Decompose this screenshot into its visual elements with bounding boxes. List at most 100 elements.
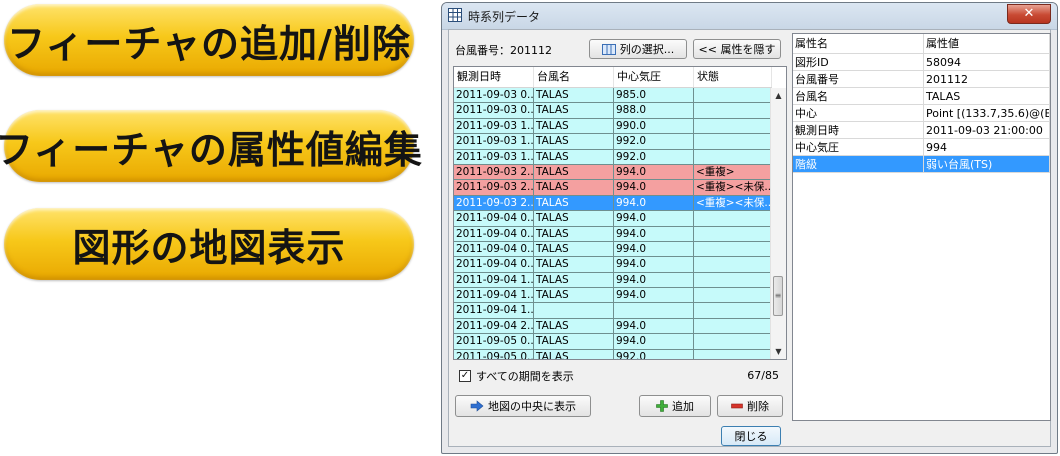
grid-cell-state[interactable] <box>694 118 772 135</box>
grid-cell-name[interactable]: TALAS <box>534 103 614 119</box>
grid-cell-state[interactable] <box>694 334 772 350</box>
grid-cell-pressure[interactable]: 994.0 <box>614 211 694 227</box>
grid-cell-name[interactable]: TALAS <box>534 149 614 165</box>
attribute-row[interactable]: 台風名 TALAS <box>793 88 1050 105</box>
table-row[interactable]: 2011-09-03 1... TALAS 990.0 <box>454 118 772 135</box>
attribute-value-header[interactable]: 属性値 <box>924 34 1050 54</box>
grid-cell-pressure[interactable]: 992.0 <box>614 149 694 165</box>
attribute-value-cell[interactable]: 2011-09-03 21:00:00 <box>924 122 1050 139</box>
scroll-up-icon[interactable]: ▲ <box>771 88 786 103</box>
delete-button[interactable]: 削除 <box>717 395 783 417</box>
grid-cell-datetime[interactable]: 2011-09-04 2... <box>454 318 534 335</box>
table-row[interactable]: 2011-09-05 0... TALAS 992.0 <box>454 349 772 359</box>
grid-cell-datetime[interactable]: 2011-09-03 2... <box>454 164 534 181</box>
time-series-grid[interactable]: 観測日時 台風名 中心気圧 状態 2011-09-03 0... TALAS 985… <box>453 66 787 360</box>
grid-cell-datetime[interactable]: 2011-09-03 1... <box>454 149 534 165</box>
center-on-map-button[interactable]: 地図の中央に表示 <box>455 395 591 417</box>
grid-cell-name[interactable]: TALAS <box>534 118 614 135</box>
column-header-pressure[interactable]: 中心気圧 <box>614 67 694 87</box>
attribute-name-cell[interactable]: 観測日時 <box>793 122 924 139</box>
table-row[interactable]: 2011-09-03 0... TALAS 985.0 <box>454 88 772 104</box>
close-button[interactable]: 閉じる <box>721 426 781 446</box>
grid-cell-name[interactable]: TALAS <box>534 334 614 350</box>
attribute-value-cell[interactable]: Point [(133.7,35.6)@(EPS... <box>924 105 1050 122</box>
grid-cell-datetime[interactable]: 2011-09-03 2... <box>454 195 534 212</box>
grid-cell-state[interactable] <box>694 318 772 335</box>
grid-cell-name[interactable]: TALAS <box>534 195 614 212</box>
grid-cell-name[interactable]: TALAS <box>534 349 614 359</box>
grid-cell-state[interactable]: <重複><未保... <box>694 180 772 196</box>
grid-cell-name[interactable]: TALAS <box>534 180 614 196</box>
grid-cell-state[interactable]: <重複><未保... <box>694 195 772 212</box>
attribute-row[interactable]: 台風番号 201112 <box>793 71 1050 88</box>
grid-cell-pressure[interactable]: 985.0 <box>614 88 694 104</box>
show-all-periods-option[interactable]: ✓ すべての期間を表示 <box>459 368 574 384</box>
table-row[interactable]: 2011-09-04 0... TALAS 994.0 <box>454 226 772 242</box>
add-button[interactable]: 追加 <box>639 395 711 417</box>
grid-cell-state[interactable] <box>694 349 772 359</box>
grid-cell-state[interactable] <box>694 103 772 119</box>
attribute-row[interactable]: 階級 弱い台風(TS) <box>793 156 1050 173</box>
attribute-value-cell[interactable]: 58094 <box>924 54 1050 71</box>
attribute-name-cell[interactable]: 図形ID <box>793 54 924 71</box>
grid-cell-pressure[interactable]: 994.0 <box>614 195 694 212</box>
grid-vertical-scrollbar[interactable]: ▲ ≡ ▼ <box>770 88 786 359</box>
grid-cell-pressure[interactable]: 988.0 <box>614 103 694 119</box>
grid-cell-datetime[interactable]: 2011-09-05 0... <box>454 349 534 359</box>
grid-cell-pressure[interactable]: 994.0 <box>614 288 694 304</box>
grid-cell-pressure[interactable]: 990.0 <box>614 118 694 135</box>
grid-cell-pressure[interactable]: 994.0 <box>614 180 694 196</box>
table-row[interactable]: 2011-09-05 0... TALAS 994.0 <box>454 334 772 350</box>
grid-cell-datetime[interactable]: 2011-09-03 0... <box>454 88 534 104</box>
table-row[interactable]: 2011-09-03 1... TALAS 992.0 <box>454 149 772 165</box>
grid-cell-name[interactable]: TALAS <box>534 257 614 273</box>
attribute-name-cell[interactable]: 台風名 <box>793 88 924 105</box>
grid-cell-state[interactable] <box>694 211 772 227</box>
column-header-state[interactable]: 状態 <box>694 67 772 87</box>
table-row[interactable]: 2011-09-04 1... TALAS 994.0 <box>454 272 772 289</box>
grid-cell-datetime[interactable]: 2011-09-04 1... <box>454 272 534 289</box>
grid-cell-name[interactable]: TALAS <box>534 226 614 242</box>
grid-cell-name[interactable]: TALAS <box>534 272 614 289</box>
attribute-row[interactable]: 図形ID 58094 <box>793 54 1050 71</box>
attribute-name-cell[interactable]: 中心 <box>793 105 924 122</box>
table-row[interactable]: 2011-09-03 2... TALAS 994.0 <重複><未保... <box>454 195 772 212</box>
grid-cell-state[interactable] <box>694 272 772 289</box>
grid-cell-datetime[interactable]: 2011-09-03 1... <box>454 118 534 135</box>
table-row[interactable]: 2011-09-04 2... TALAS 994.0 <box>454 318 772 335</box>
grid-cell-state[interactable] <box>694 303 772 319</box>
table-row[interactable]: 2011-09-04 0... TALAS 994.0 <box>454 257 772 273</box>
select-columns-button[interactable]: 列の選択... <box>589 39 687 59</box>
table-row[interactable]: 2011-09-03 1... TALAS 992.0 <box>454 134 772 150</box>
window-close-button[interactable]: ✕ <box>1007 4 1051 24</box>
grid-cell-datetime[interactable]: 2011-09-04 0... <box>454 211 534 227</box>
grid-cell-state[interactable] <box>694 226 772 242</box>
grid-cell-pressure[interactable]: 994.0 <box>614 164 694 181</box>
grid-cell-name[interactable]: TALAS <box>534 288 614 304</box>
table-row[interactable]: 2011-09-03 0... TALAS 988.0 <box>454 103 772 119</box>
attribute-row[interactable]: 観測日時 2011-09-03 21:00:00 <box>793 122 1050 139</box>
grid-cell-pressure[interactable]: 994.0 <box>614 272 694 289</box>
attribute-name-header[interactable]: 属性名 <box>793 34 924 54</box>
grid-cell-state[interactable] <box>694 257 772 273</box>
grid-cell-pressure[interactable]: 992.0 <box>614 349 694 359</box>
grid-cell-name[interactable]: TALAS <box>534 211 614 227</box>
table-row[interactable]: 2011-09-04 1... TALAS 994.0 <box>454 288 772 304</box>
attribute-value-cell[interactable]: 201112 <box>924 71 1050 88</box>
attribute-value-cell[interactable]: 994 <box>924 139 1050 156</box>
grid-cell-state[interactable] <box>694 288 772 304</box>
attribute-row[interactable]: 中心Point [(133.7,35.6)@(EPS... <box>793 105 1050 122</box>
grid-cell-datetime[interactable]: 2011-09-04 0... <box>454 241 534 258</box>
grid-cell-datetime[interactable]: 2011-09-05 0... <box>454 334 534 350</box>
grid-cell-state[interactable] <box>694 88 772 104</box>
grid-cell-state[interactable]: <重複> <box>694 164 772 181</box>
grid-cell-name[interactable]: TALAS <box>534 318 614 335</box>
grid-cell-pressure[interactable]: 994.0 <box>614 334 694 350</box>
grid-cell-datetime[interactable]: 2011-09-03 0... <box>454 103 534 119</box>
grid-cell-state[interactable] <box>694 134 772 150</box>
grid-cell-datetime[interactable]: 2011-09-03 1... <box>454 134 534 150</box>
attribute-value-cell[interactable]: TALAS <box>924 88 1050 105</box>
title-bar[interactable]: 時系列データ ✕ <box>442 3 1057 30</box>
grid-cell-state[interactable] <box>694 149 772 165</box>
grid-cell-pressure[interactable]: 994.0 <box>614 257 694 273</box>
